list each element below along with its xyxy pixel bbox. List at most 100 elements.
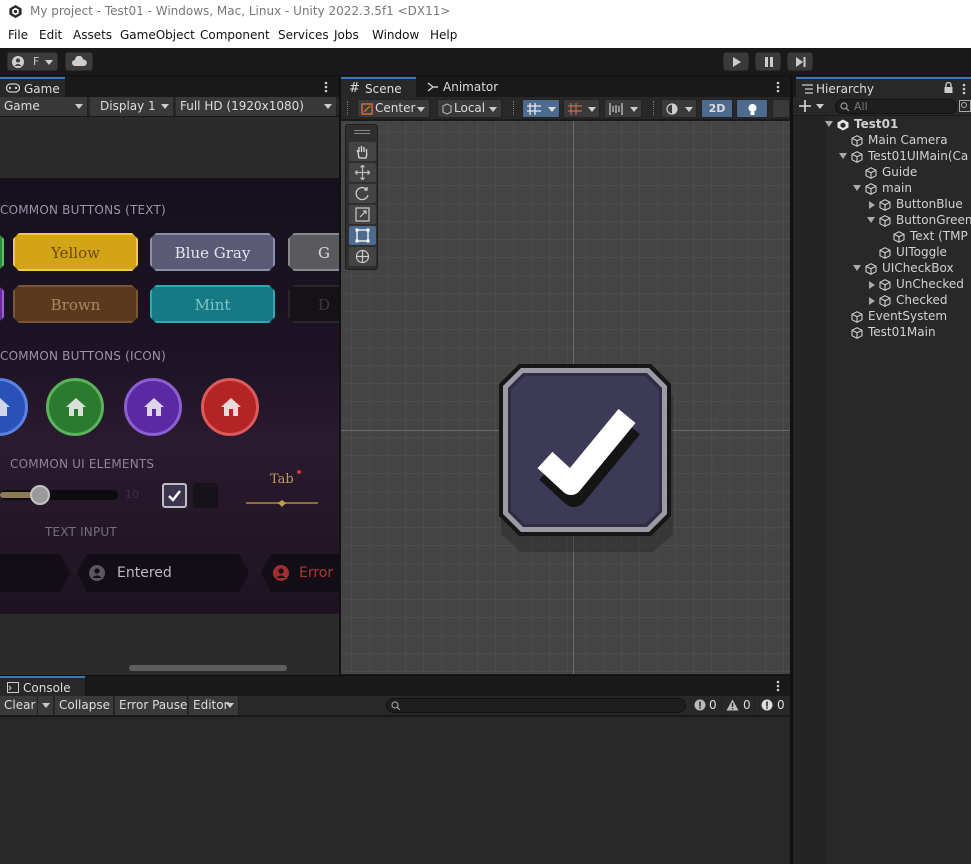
hierarchy-item[interactable]: EventSystem (839, 309, 971, 325)
scale-tool[interactable] (349, 205, 376, 224)
tab-element[interactable]: Tab (270, 472, 294, 487)
rect-tool[interactable] (349, 226, 376, 245)
hierarchy-search-input[interactable]: All (835, 99, 957, 114)
cloud-button[interactable] (65, 52, 93, 71)
brown-button[interactable]: Brown (13, 285, 138, 323)
blue-icon-button[interactable] (0, 378, 28, 436)
hand-tool[interactable] (349, 142, 376, 161)
expand-closed-icon[interactable] (869, 281, 875, 289)
expand-closed-icon[interactable] (869, 297, 875, 305)
text-input-default[interactable] (0, 554, 70, 592)
space-local-dropdown[interactable]: Local (437, 99, 502, 118)
pivot-center-dropdown[interactable]: Center (357, 99, 430, 118)
green-button-partial[interactable] (0, 233, 4, 271)
create-dropdown[interactable] (799, 99, 827, 114)
menu-jobs[interactable]: Jobs (334, 28, 359, 42)
play-button[interactable] (723, 52, 749, 71)
search-options-icon[interactable] (959, 100, 971, 112)
checked-checkbox-sprite[interactable] (499, 364, 675, 554)
purple-icon-button[interactable] (124, 378, 182, 436)
hierarchy-item[interactable]: Guide (853, 165, 971, 181)
text-input-error[interactable]: Error (261, 554, 339, 592)
hierarchy-item[interactable]: UIToggle (867, 245, 971, 261)
checkbox-unchecked[interactable] (193, 483, 218, 508)
game-horizontal-scrollbar[interactable] (129, 665, 287, 671)
rotate-tool[interactable] (349, 184, 376, 203)
info-filter-toggle[interactable]: 0 (690, 696, 722, 715)
slider-track[interactable] (0, 490, 118, 500)
menu-window[interactable]: Window (372, 28, 419, 42)
menu-help[interactable]: Help (430, 28, 457, 42)
hierarchy-item[interactable]: ButtonGreen (867, 213, 971, 229)
expand-open-icon[interactable] (853, 185, 861, 191)
audio-toggle[interactable] (772, 99, 790, 118)
lock-icon[interactable] (944, 82, 953, 93)
game-mode-dropdown[interactable]: Game (0, 97, 88, 116)
hierarchy-more-icon[interactable] (961, 82, 967, 96)
tab-game[interactable]: Game (0, 77, 65, 97)
clear-options-dropdown[interactable] (38, 696, 54, 715)
hierarchy-item[interactable]: ButtonBlue (867, 197, 971, 213)
scene-more-icon[interactable] (775, 80, 781, 94)
menu-services[interactable]: Services (278, 28, 329, 42)
increment-snap-dropdown[interactable] (604, 99, 642, 118)
grid-toggle[interactable] (522, 99, 560, 118)
clear-button[interactable]: Clear (0, 696, 38, 715)
console-more-icon[interactable] (775, 679, 781, 693)
pause-button[interactable] (755, 52, 781, 71)
console-search-input[interactable] (386, 698, 686, 713)
hierarchy-item[interactable]: UICheckBox (853, 261, 971, 277)
red-icon-button[interactable] (201, 378, 259, 436)
snap-toggle[interactable] (563, 99, 600, 118)
dark-button-partial[interactable]: D (288, 285, 339, 323)
blue-gray-button[interactable]: Blue Gray (150, 233, 275, 271)
checkbox-checked[interactable] (162, 483, 187, 508)
expand-open-icon[interactable] (867, 217, 875, 223)
2d-toggle[interactable]: 2D (701, 99, 733, 118)
purple-button-partial[interactable] (0, 285, 4, 323)
menu-assets[interactable]: Assets (73, 28, 112, 42)
error-filter-toggle[interactable]: 0 (756, 696, 790, 715)
hierarchy-item[interactable]: Text (TMP (881, 229, 971, 245)
gray-button-partial[interactable]: G (288, 233, 339, 271)
text-input-entered[interactable]: Entered (77, 554, 249, 592)
menu-gameobject[interactable]: GameObject (120, 28, 195, 42)
console-log-area[interactable] (0, 717, 790, 864)
warning-filter-toggle[interactable]: 0 (722, 696, 755, 715)
menu-component[interactable]: Component (200, 28, 270, 42)
tab-scene[interactable]: # Scene (341, 77, 416, 97)
lighting-toggle[interactable] (736, 99, 768, 118)
menu-file[interactable]: File (8, 28, 28, 42)
slider-handle[interactable] (30, 485, 50, 505)
step-button[interactable] (787, 52, 813, 71)
hierarchy-item[interactable]: Checked (867, 293, 971, 309)
menu-edit[interactable]: Edit (39, 28, 62, 42)
green-icon-button[interactable] (46, 378, 104, 436)
scene-view[interactable] (341, 121, 790, 674)
tab-hierarchy[interactable]: Hierarchy (796, 77, 971, 97)
collapse-button[interactable]: Collapse (55, 696, 114, 715)
hierarchy-item[interactable]: UnChecked (867, 277, 971, 293)
expand-open-icon[interactable] (839, 153, 847, 159)
hierarchy-item[interactable]: main (853, 181, 971, 197)
expand-open-icon[interactable] (853, 265, 861, 271)
expand-open-icon[interactable] (825, 121, 833, 127)
tab-console[interactable]: Console (0, 676, 85, 696)
draw-mode-dropdown[interactable] (661, 99, 697, 118)
hierarchy-item[interactable]: Test01Main (839, 325, 971, 341)
error-pause-button[interactable]: Error Pause (115, 696, 188, 715)
expand-closed-icon[interactable] (869, 201, 875, 209)
editor-dropdown[interactable]: Editor (189, 696, 239, 715)
yellow-button[interactable]: Yellow (13, 233, 138, 271)
hierarchy-item[interactable]: Test01UIMain(Ca (839, 149, 971, 165)
transform-tool[interactable] (349, 247, 376, 266)
display-dropdown[interactable]: Display 1 (90, 97, 174, 116)
mint-button[interactable]: Mint (150, 285, 275, 323)
hierarchy-item[interactable]: Main Camera (839, 133, 971, 149)
move-tool[interactable] (349, 163, 376, 182)
game-more-icon[interactable] (323, 80, 329, 94)
hierarchy-item[interactable]: Test01 (825, 117, 971, 133)
resolution-dropdown[interactable]: Full HD (1920x1080) (176, 97, 337, 116)
account-dropdown[interactable]: F (7, 52, 58, 71)
tab-animator[interactable]: Animator (420, 77, 500, 98)
